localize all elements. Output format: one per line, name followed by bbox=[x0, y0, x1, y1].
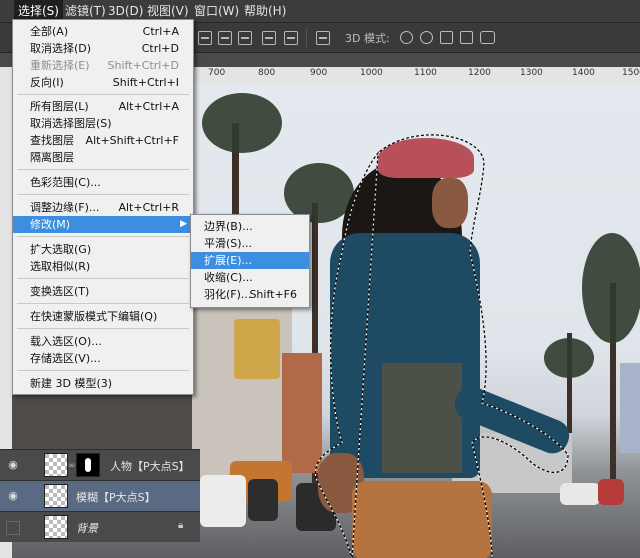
menu-item-all[interactable]: 全部(A) Ctrl+A bbox=[13, 23, 193, 40]
ruler-tick: 1500 bbox=[622, 68, 640, 78]
ruler-tick: 1400 bbox=[572, 68, 595, 78]
link-icon[interactable]: ∞ bbox=[68, 461, 76, 471]
menu-item-quick-mask[interactable]: 在快速蒙版模式下编辑(Q) bbox=[13, 308, 193, 325]
menu-item-deselect[interactable]: 取消选择(D) Ctrl+D bbox=[13, 40, 193, 57]
submenu-item-border[interactable]: 边界(B)... bbox=[191, 218, 309, 235]
select-menu: 全部(A) Ctrl+A 取消选择(D) Ctrl+D 重新选择(E) Shift+C… bbox=[12, 19, 194, 395]
menu-item-transform-selection[interactable]: 变换选区(T) bbox=[13, 283, 193, 300]
orbit-3d-icon[interactable] bbox=[400, 31, 413, 44]
visibility-toggle[interactable] bbox=[6, 521, 20, 535]
menu-separator bbox=[17, 370, 189, 371]
layer-mask-thumbnail[interactable] bbox=[76, 453, 100, 477]
align-top-icon[interactable] bbox=[198, 31, 212, 45]
menu-separator bbox=[17, 328, 189, 329]
menu-item-reselect: 重新选择(E) Shift+Ctrl+D bbox=[30, 59, 179, 72]
layer-row-background[interactable]: 背景 🔒︎ bbox=[0, 511, 200, 542]
roll-3d-icon[interactable] bbox=[420, 31, 433, 44]
ruler-tick: 700 bbox=[208, 68, 226, 78]
ruler-tick: 900 bbox=[310, 68, 328, 78]
divider bbox=[306, 29, 307, 47]
camera-3d-icon[interactable] bbox=[480, 31, 495, 44]
menu-item-all-layers[interactable]: 所有图层(L) Alt+Ctrl+A bbox=[13, 98, 193, 115]
menu-item-isolate-layers[interactable]: 隔离图层 bbox=[13, 149, 193, 166]
mask-silhouette bbox=[85, 458, 91, 472]
mode-3d-label: 3D 模式: bbox=[345, 32, 390, 45]
ruler-tick: 1000 bbox=[360, 68, 383, 78]
menu-item-load-selection[interactable]: 载入选区(O)... bbox=[13, 333, 193, 350]
submenu-item-contract[interactable]: 收缩(C)... bbox=[191, 269, 309, 286]
menu-separator bbox=[17, 236, 189, 237]
align-vcenter-icon[interactable] bbox=[218, 31, 232, 45]
submenu-item-expand[interactable]: 扩展(E)... bbox=[191, 252, 309, 269]
layer-name: 模糊【P大点S】 bbox=[76, 491, 156, 504]
layer-name: 人物【P大点S】 bbox=[110, 460, 190, 473]
layer-row-person[interactable]: ◉ ∞ 人物【P大点S】 bbox=[0, 449, 200, 480]
align-hcenter-icon[interactable] bbox=[284, 31, 298, 45]
align-bottom-icon[interactable] bbox=[238, 31, 252, 45]
eye-icon[interactable]: ◉ bbox=[4, 488, 22, 504]
eye-icon[interactable]: ◉ bbox=[4, 457, 22, 473]
ruler-tick: 800 bbox=[258, 68, 276, 78]
menu-item-new-3d-model[interactable]: 新建 3D 模型(3) bbox=[13, 375, 193, 392]
layer-thumbnail bbox=[44, 453, 68, 477]
menu-separator bbox=[17, 303, 189, 304]
menu-item-save-selection[interactable]: 存储选区(V)... bbox=[13, 350, 193, 367]
ruler-tick: 1300 bbox=[520, 68, 543, 78]
modify-submenu: 边界(B)... 平滑(S)... 扩展(E)... 收缩(C)... 羽化(F… bbox=[190, 214, 310, 308]
layer-row-blur[interactable]: ◉ 模糊【P大点S】 bbox=[0, 480, 200, 511]
menu-separator bbox=[17, 278, 189, 279]
menu-help[interactable]: 帮助(H) bbox=[240, 0, 290, 22]
menu-item-inverse[interactable]: 反向(I) Shift+Ctrl+I bbox=[13, 74, 193, 91]
menu-item-similar[interactable]: 选取相似(R) bbox=[13, 258, 193, 275]
distribute-icon[interactable] bbox=[316, 31, 330, 45]
layer-thumbnail bbox=[44, 515, 68, 539]
align-left-icon[interactable] bbox=[262, 31, 276, 45]
menu-window[interactable]: 窗口(W) bbox=[190, 0, 243, 22]
lock-icon: 🔒︎ bbox=[178, 520, 184, 531]
menu-item-find-layers[interactable]: 查找图层 Alt+Shift+Ctrl+F bbox=[13, 132, 193, 149]
menu-separator bbox=[17, 169, 189, 170]
menu-item-color-range[interactable]: 色彩范围(C)... bbox=[13, 174, 193, 191]
submenu-item-feather[interactable]: 羽化(F)... Shift+F6 bbox=[191, 286, 309, 303]
layer-name: 背景 bbox=[76, 522, 98, 535]
menu-item-refine-edge[interactable]: 调整边缘(F)... Alt+Ctrl+R bbox=[13, 199, 193, 216]
submenu-arrow-icon: ▶ bbox=[180, 219, 187, 229]
menu-separator bbox=[17, 94, 189, 95]
slide-3d-icon[interactable] bbox=[460, 31, 473, 44]
layer-thumbnail bbox=[44, 484, 68, 508]
ruler-tick: 1200 bbox=[468, 68, 491, 78]
menu-item-grow[interactable]: 扩大选取(G) bbox=[13, 241, 193, 258]
menu-item-modify[interactable]: 修改(M) ▶ bbox=[13, 216, 193, 233]
menu-item-deselect-layers[interactable]: 取消选择图层(S) bbox=[13, 115, 193, 132]
drag-3d-icon[interactable] bbox=[440, 31, 453, 44]
menu-separator bbox=[17, 194, 189, 195]
ruler-tick: 1100 bbox=[414, 68, 437, 78]
submenu-item-smooth[interactable]: 平滑(S)... bbox=[191, 235, 309, 252]
